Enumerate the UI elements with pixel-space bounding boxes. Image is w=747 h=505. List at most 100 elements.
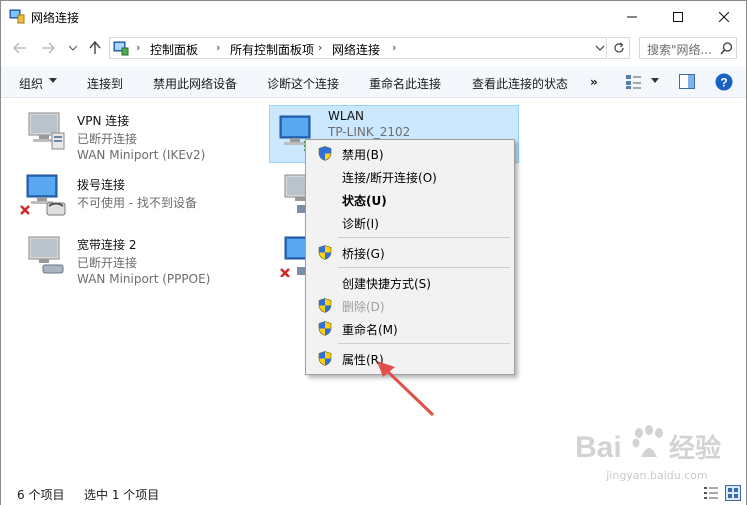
menu-item-disable[interactable]: 禁用(B) <box>308 142 512 164</box>
network-connections-window: 网络连接 › 控制面板 › 所有控制面板项 › 网络连接 › 搜索"网络... … <box>0 0 747 505</box>
watermark-url: jingyan.baidu.com <box>606 469 708 482</box>
refresh-icon <box>613 42 624 53</box>
svg-text:Bai: Bai <box>575 431 622 464</box>
menu-item-connect-disconnect[interactable]: 连接/断开连接(O) <box>308 165 512 187</box>
minimize-icon <box>627 16 637 17</box>
menu-item-diagnose[interactable]: 诊断(I) <box>308 211 512 233</box>
svg-text:?: ? <box>720 76 727 90</box>
baidu-jingyan-watermark: Bai 经验 jingyan.baidu.com <box>573 421 741 485</box>
annotation-arrow-icon <box>377 361 435 417</box>
uac-shield-icon <box>318 146 332 161</box>
forward-arrow-icon <box>42 42 55 54</box>
chevron-down-icon[interactable] <box>49 78 57 84</box>
menu-item-delete: 删除(D) <box>308 294 512 316</box>
large-icons-view-icon[interactable] <box>725 485 741 501</box>
organize-button[interactable]: 组织 <box>19 75 43 92</box>
connection-name: 宽带连接 2 <box>77 238 137 252</box>
menu-item-label: 创建快捷方式(S) <box>342 277 431 291</box>
search-placeholder: 搜索"网络... <box>647 43 712 57</box>
menu-separator <box>338 343 510 344</box>
help-icon[interactable]: ? <box>715 73 733 91</box>
connect-to-button[interactable]: 连接到 <box>87 75 123 92</box>
menu-item-label: 诊断(I) <box>342 217 379 231</box>
change-view-icon[interactable] <box>625 73 643 91</box>
title-bar[interactable]: 网络连接 <box>1 1 746 32</box>
breadcrumb-separator-icon[interactable]: › <box>136 41 140 54</box>
uac-shield-icon <box>318 245 332 260</box>
window-title: 网络连接 <box>31 11 80 25</box>
connection-name: 拨号连接 <box>77 178 126 192</box>
baidu-logo-icon: Bai 经验 <box>575 425 721 464</box>
uac-shield-icon <box>318 298 332 313</box>
preview-pane-icon[interactable] <box>679 74 695 89</box>
connection-status: TP-LINK_2102 <box>328 125 411 139</box>
command-bar: 组织 连接到 禁用此网络设备 诊断这个连接 重命名此连接 查看此连接的状态 » … <box>1 66 746 98</box>
view-options-chevron-icon[interactable] <box>651 78 659 84</box>
connection-name: VPN 连接 <box>77 114 130 128</box>
back-button[interactable] <box>11 39 29 57</box>
breadcrumb-control-panel[interactable]: 控制面板 <box>150 41 198 58</box>
back-arrow-icon <box>13 42 26 54</box>
uac-shield-icon <box>318 351 332 366</box>
search-box[interactable]: 搜索"网络... <box>639 37 737 59</box>
forward-button[interactable] <box>39 39 57 57</box>
address-history-dropdown-icon[interactable] <box>594 41 606 55</box>
maximize-icon <box>673 11 683 22</box>
connection-item-dialup[interactable]: 拨号连接 不可使用 - 找不到设备 <box>5 167 255 225</box>
connection-item-broadband[interactable]: 宽带连接 2 已断开连接 WAN Miniport (PPPOE) <box>5 227 255 286</box>
broadband-computer-icon <box>28 236 64 274</box>
connection-status: 不可使用 - 找不到设备 <box>77 196 197 210</box>
up-arrow-icon <box>89 41 101 54</box>
menu-separator <box>338 237 510 238</box>
refresh-button[interactable] <box>608 37 630 59</box>
breadcrumb-separator-icon[interactable]: › <box>216 41 220 54</box>
menu-item-bridge[interactable]: 桥接(G) <box>308 241 512 263</box>
menu-item-rename[interactable]: 重命名(M) <box>308 317 512 339</box>
more-commands-button[interactable]: » <box>590 75 598 89</box>
connection-status: 已断开连接 <box>77 132 138 146</box>
menu-item-status[interactable]: 状态(U) <box>308 188 512 210</box>
breadcrumb-network-connections[interactable]: 网络连接 <box>332 41 380 58</box>
connection-name: WLAN <box>328 109 365 123</box>
up-button[interactable] <box>86 39 104 57</box>
breadcrumb-separator-icon[interactable]: › <box>392 41 396 54</box>
connection-item-ethernet-2[interactable] <box>263 227 316 285</box>
menu-item-create-shortcut[interactable]: 创建快捷方式(S) <box>308 271 512 293</box>
details-view-icon[interactable] <box>703 485 719 501</box>
menu-item-label: 重命名(M) <box>342 323 398 337</box>
breadcrumb-separator-icon[interactable]: › <box>318 41 322 54</box>
search-icon <box>720 42 733 55</box>
organize-label: 组织 <box>19 77 44 91</box>
watermark-brand: 经验 <box>669 433 721 463</box>
dialup-computer-icon <box>20 174 66 216</box>
minimize-button[interactable] <box>609 1 655 32</box>
menu-item-label: 连接/断开连接(O) <box>342 171 437 185</box>
close-icon <box>719 11 729 22</box>
chevron-down-icon <box>69 45 77 51</box>
network-connections-icon <box>9 9 25 24</box>
menu-item-label: 桥接(G) <box>342 247 385 261</box>
breadcrumb-all-items[interactable]: 所有控制面板项 <box>230 41 314 58</box>
address-bar[interactable]: › 控制面板 › 所有控制面板项 › 网络连接 › <box>109 37 607 59</box>
uac-shield-icon <box>318 321 332 336</box>
menu-separator <box>338 267 510 268</box>
vpn-computer-icon <box>28 112 65 150</box>
connection-device: WAN Miniport (PPPOE) <box>77 272 211 286</box>
connection-item-ethernet[interactable] <box>263 167 316 225</box>
maximize-button[interactable] <box>655 1 701 32</box>
diagnose-connection-button[interactable]: 诊断这个连接 <box>267 75 339 92</box>
recent-locations-button[interactable] <box>64 39 82 57</box>
close-button[interactable] <box>701 1 747 32</box>
selected-count: 选中 1 个项目 <box>84 488 160 502</box>
connection-device: WAN Miniport (IKEv2) <box>77 148 206 162</box>
menu-item-label: 禁用(B) <box>342 148 384 162</box>
connection-item-vpn[interactable]: VPN 连接 已断开连接 WAN Miniport (IKEv2) <box>5 103 255 162</box>
menu-item-label: 删除(D) <box>342 300 385 314</box>
view-status-button[interactable]: 查看此连接的状态 <box>472 75 568 92</box>
context-menu: 禁用(B) 连接/断开连接(O) 状态(U) 诊断(I) 桥接(G) 创建快捷方… <box>305 139 515 375</box>
disable-device-button[interactable]: 禁用此网络设备 <box>153 75 237 92</box>
menu-item-label: 状态(U) <box>342 194 387 208</box>
rename-connection-button[interactable]: 重命名此连接 <box>369 75 441 92</box>
navigation-bar: › 控制面板 › 所有控制面板项 › 网络连接 › 搜索"网络... <box>1 32 746 64</box>
control-panel-icon <box>113 41 129 56</box>
